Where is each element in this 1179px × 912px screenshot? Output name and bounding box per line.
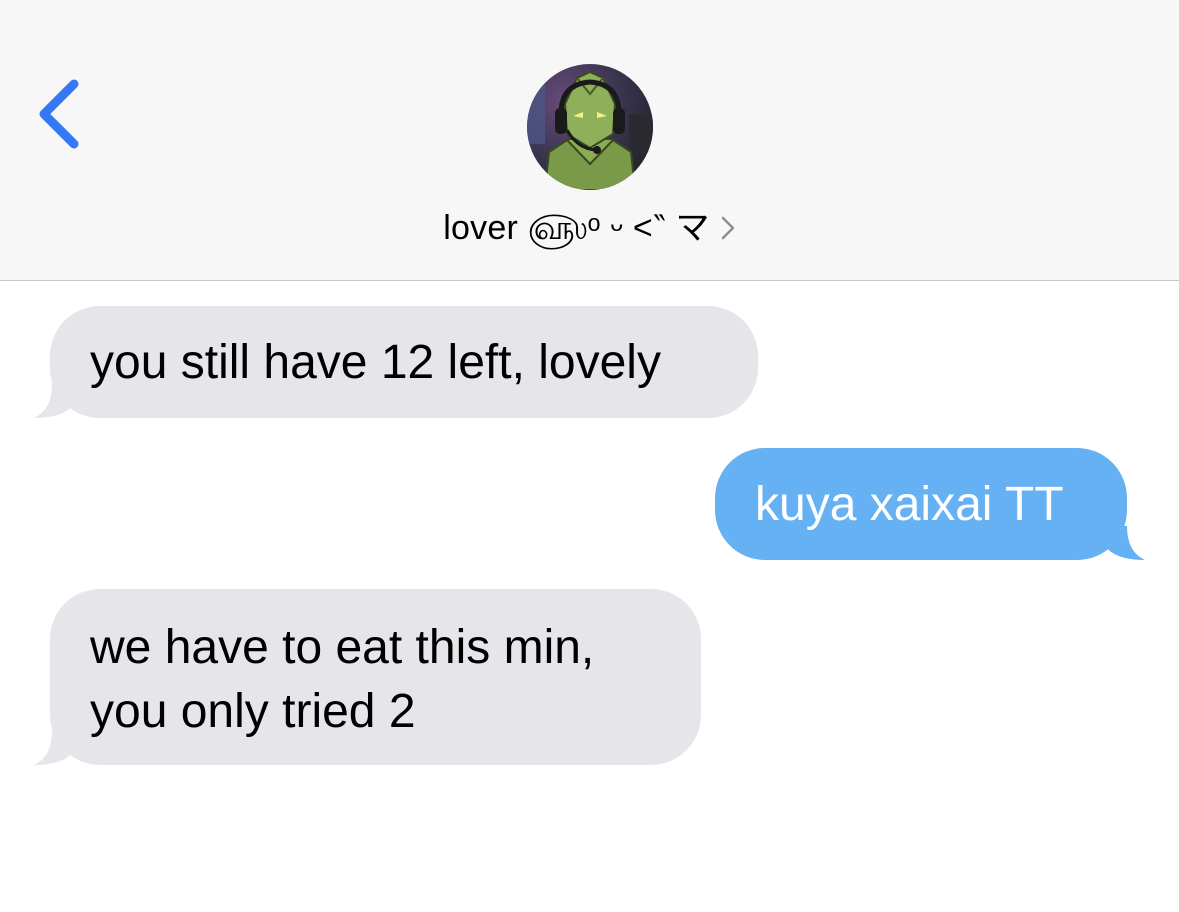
bubble-tail <box>34 384 74 418</box>
conversation-header: lover ௵ᵒ ᵕ ˂‶ マ <box>0 0 1179 281</box>
bubble-background <box>50 589 701 765</box>
chevron-left-icon <box>39 79 79 149</box>
message-text: kuya xaixai TT <box>755 478 1064 531</box>
contact-name: lover ௵ᵒ ᵕ ˂‶ マ <box>443 209 710 247</box>
message-bubble-sent[interactable]: kuya xaixai TT <box>715 448 1145 560</box>
bubble-tail <box>1105 526 1145 560</box>
message-bubble-received[interactable]: you still have 12 left, lovely <box>34 306 758 418</box>
back-button[interactable] <box>30 74 90 154</box>
contact-details-link[interactable]: lover ௵ᵒ ᵕ ˂‶ マ <box>0 196 1179 256</box>
avatar-image <box>527 64 653 190</box>
chevron-right-icon <box>720 214 736 242</box>
bubble-tail <box>34 731 74 765</box>
message-text: you still have 12 left, lovely <box>90 336 661 389</box>
contact-avatar[interactable] <box>527 64 653 190</box>
message-bubble-received[interactable]: we have to eat this min, you only tried … <box>34 589 701 765</box>
